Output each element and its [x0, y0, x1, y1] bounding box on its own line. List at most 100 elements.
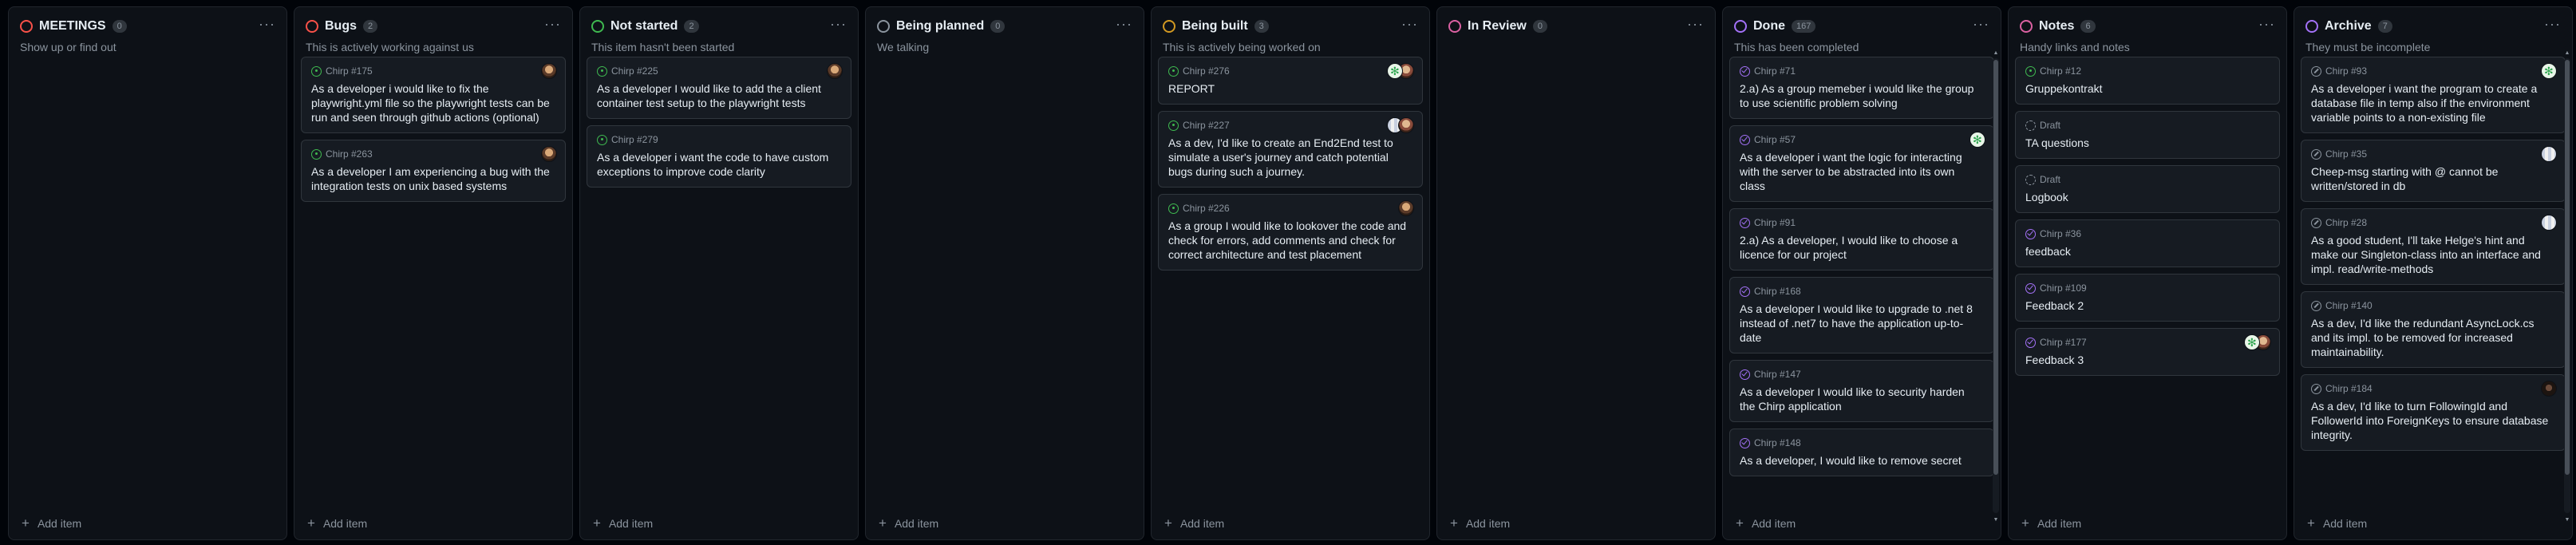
issue-title[interactable]: As a dev, I'd like to create an End2End …: [1168, 136, 1414, 179]
assignee-avatars[interactable]: [2541, 63, 2557, 79]
issue-reference[interactable]: Chirp #148: [1754, 437, 1801, 448]
issue-title[interactable]: As a developer I would like to add the a…: [597, 81, 843, 110]
issue-card[interactable]: Chirp #12 Gruppekontrakt: [2015, 57, 2280, 105]
issue-card[interactable]: Chirp #225 As a developer I would like to…: [587, 57, 851, 119]
issue-title[interactable]: As a developer i want the logic for inte…: [1740, 150, 1985, 193]
scroll-down-icon[interactable]: ▼: [2564, 517, 2570, 523]
issue-reference[interactable]: Chirp #175: [326, 65, 373, 77]
issue-card[interactable]: Chirp #177 Feedback 3: [2015, 328, 2280, 376]
issue-card[interactable]: Chirp #263 As a developer I am experienci…: [301, 140, 566, 202]
issue-title[interactable]: As a dev, I'd like to turn FollowingId a…: [2311, 399, 2557, 442]
issue-reference[interactable]: Chirp #71: [1754, 65, 1796, 77]
assignee-avatars[interactable]: [1387, 63, 1414, 79]
assignee-avatars[interactable]: [827, 63, 843, 79]
issue-card[interactable]: Chirp #279 As a developer i want the code…: [587, 125, 851, 188]
issue-card[interactable]: Chirp #71 2.a) As a group memeber i would…: [1729, 57, 1994, 119]
issue-reference[interactable]: Draft: [2040, 174, 2060, 185]
issue-title[interactable]: Gruppekontrakt: [2025, 81, 2271, 96]
issue-reference[interactable]: Chirp #57: [1754, 134, 1796, 145]
more-options-icon[interactable]: ···: [544, 17, 561, 31]
issue-reference[interactable]: Chirp #91: [1754, 217, 1796, 228]
issue-title[interactable]: As a dev, I'd like the redundant AsyncLo…: [2311, 316, 2557, 359]
more-options-icon[interactable]: ···: [2258, 17, 2275, 31]
issue-card[interactable]: Chirp #36 feedback: [2015, 219, 2280, 267]
issue-title[interactable]: As a group I would like to lookover the …: [1168, 219, 1414, 262]
issue-reference[interactable]: Chirp #177: [2040, 337, 2087, 348]
scrollbar-thumb[interactable]: [2565, 60, 2570, 475]
issue-reference[interactable]: Chirp #168: [1754, 286, 1801, 297]
add-item-button[interactable]: + Add item: [294, 507, 572, 539]
more-options-icon[interactable]: ···: [1687, 17, 1704, 31]
issue-card[interactable]: Chirp #57 As a developer i want the logic…: [1729, 125, 1994, 202]
more-options-icon[interactable]: ···: [259, 17, 275, 31]
issue-reference[interactable]: Chirp #109: [2040, 282, 2087, 294]
issue-reference[interactable]: Chirp #226: [1183, 203, 1230, 214]
issue-card[interactable]: Chirp #184 As a dev, I'd like to turn Fol…: [2301, 374, 2566, 451]
issue-reference[interactable]: Draft: [2040, 120, 2060, 131]
more-options-icon[interactable]: ···: [1116, 17, 1132, 31]
issue-title[interactable]: As a developer I would like to upgrade t…: [1740, 302, 1985, 345]
issue-title[interactable]: As a developer I would like to security …: [1740, 385, 1985, 413]
assignee-avatars[interactable]: [541, 63, 557, 79]
issue-card[interactable]: Chirp #93 As a developer i want the progr…: [2301, 57, 2566, 133]
issue-card[interactable]: Draft Logbook: [2015, 165, 2280, 213]
issue-title[interactable]: 2.a) As a developer, I would like to cho…: [1740, 233, 1985, 262]
issue-card[interactable]: Chirp #168 As a developer I would like to…: [1729, 277, 1994, 353]
column-scrollbar[interactable]: ▲ ▼: [2564, 50, 2570, 523]
add-item-button[interactable]: + Add item: [9, 507, 286, 539]
add-item-button[interactable]: + Add item: [866, 507, 1144, 539]
issue-title[interactable]: As a developer, I would like to remove s…: [1740, 453, 1985, 468]
issue-reference[interactable]: Chirp #279: [611, 134, 658, 145]
more-options-icon[interactable]: ···: [1401, 17, 1418, 31]
issue-title[interactable]: TA questions: [2025, 136, 2271, 150]
scroll-up-icon[interactable]: ▲: [2564, 50, 2570, 56]
assignee-avatars[interactable]: [541, 146, 557, 162]
scroll-up-icon[interactable]: ▲: [1993, 50, 1999, 56]
issue-title[interactable]: As a good student, I'll take Helge's hin…: [2311, 233, 2557, 276]
issue-title[interactable]: As a developer I am experiencing a bug w…: [311, 164, 557, 193]
issue-title[interactable]: As a developer i would like to fix the p…: [311, 81, 557, 124]
issue-title[interactable]: As a developer i want the code to have c…: [597, 150, 843, 179]
issue-reference[interactable]: Chirp #263: [326, 148, 373, 160]
issue-card[interactable]: Chirp #91 2.a) As a developer, I would li…: [1729, 208, 1994, 271]
issue-reference[interactable]: Chirp #28: [2325, 217, 2367, 228]
assignee-avatars[interactable]: [1970, 132, 1985, 148]
assignee-avatars[interactable]: [1387, 117, 1414, 133]
more-options-icon[interactable]: ···: [2544, 17, 2561, 31]
issue-reference[interactable]: Chirp #35: [2325, 148, 2367, 160]
issue-reference[interactable]: Chirp #147: [1754, 369, 1801, 380]
assignee-avatars[interactable]: [2244, 334, 2271, 350]
more-options-icon[interactable]: ···: [1973, 17, 1989, 31]
issue-title[interactable]: feedback: [2025, 244, 2271, 259]
issue-card[interactable]: Chirp #140 As a dev, I'd like the redunda…: [2301, 291, 2566, 368]
assignee-avatars[interactable]: [2541, 146, 2557, 162]
add-item-button[interactable]: + Add item: [1723, 507, 2001, 539]
issue-card[interactable]: Chirp #35 Cheep-msg starting with @ canno…: [2301, 140, 2566, 202]
issue-title[interactable]: REPORT: [1168, 81, 1414, 96]
add-item-button[interactable]: + Add item: [2009, 507, 2286, 539]
issue-title[interactable]: Logbook: [2025, 190, 2271, 204]
issue-reference[interactable]: Chirp #225: [611, 65, 658, 77]
issue-reference[interactable]: Chirp #184: [2325, 383, 2373, 394]
issue-reference[interactable]: Chirp #276: [1183, 65, 1230, 77]
assignee-avatars[interactable]: [1398, 200, 1414, 216]
issue-reference[interactable]: Chirp #12: [2040, 65, 2081, 77]
issue-reference[interactable]: Chirp #93: [2325, 65, 2367, 77]
issue-title[interactable]: As a developer i want the program to cre…: [2311, 81, 2557, 124]
issue-card[interactable]: Chirp #226 As a group I would like to loo…: [1158, 194, 1423, 271]
issue-card[interactable]: Chirp #28 As a good student, I'll take He…: [2301, 208, 2566, 285]
issue-title[interactable]: Feedback 3: [2025, 353, 2271, 367]
issue-reference[interactable]: Chirp #140: [2325, 300, 2373, 311]
assignee-avatars[interactable]: [2541, 381, 2557, 397]
add-item-button[interactable]: + Add item: [1152, 507, 1429, 539]
issue-card[interactable]: Chirp #147 As a developer I would like to…: [1729, 360, 1994, 422]
issue-title[interactable]: 2.a) As a group memeber i would like the…: [1740, 81, 1985, 110]
issue-card[interactable]: Draft TA questions: [2015, 111, 2280, 159]
issue-reference[interactable]: Chirp #36: [2040, 228, 2081, 239]
issue-card[interactable]: Chirp #227 As a dev, I'd like to create a…: [1158, 111, 1423, 188]
issue-title[interactable]: Cheep-msg starting with @ cannot be writ…: [2311, 164, 2557, 193]
column-scrollbar[interactable]: ▲ ▼: [1993, 50, 1999, 523]
assignee-avatars[interactable]: [2541, 215, 2557, 231]
add-item-button[interactable]: + Add item: [580, 507, 858, 539]
issue-card[interactable]: Chirp #276 REPORT: [1158, 57, 1423, 105]
